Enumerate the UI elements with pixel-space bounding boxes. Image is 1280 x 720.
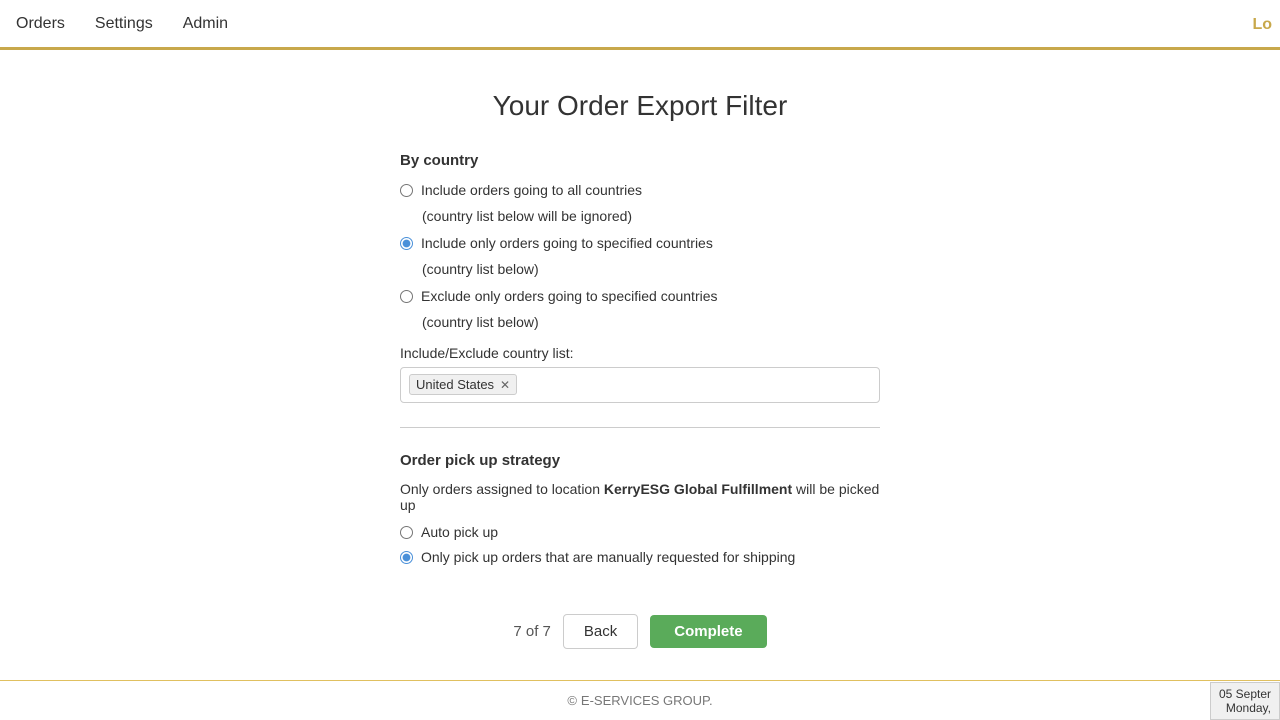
order-pickup-description: Only orders assigned to location KerryES… xyxy=(400,481,880,513)
country-tag-us: United States ✕ xyxy=(409,374,517,395)
date-widget: 05 Septer Monday, xyxy=(1210,682,1280,720)
country-tag-remove-us[interactable]: ✕ xyxy=(500,378,510,392)
radio-specified-include[interactable] xyxy=(400,237,413,250)
radio-group-manual-pickup: Only pick up orders that are manually re… xyxy=(400,548,880,568)
date-line1: 05 Septer xyxy=(1219,687,1271,701)
radio-group-auto-pickup: Auto pick up xyxy=(400,523,880,543)
radio-specified-exclude[interactable] xyxy=(400,290,413,303)
radio-all-countries-label[interactable]: Include orders going to all countries xyxy=(421,181,642,201)
order-pickup-section: Order pick up strategy Only orders assig… xyxy=(400,452,880,574)
order-pickup-title: Order pick up strategy xyxy=(400,452,880,469)
main-nav: Orders Settings Admin xyxy=(16,15,258,33)
bottom-nav: 7 of 7 Back Complete xyxy=(513,614,766,649)
footer-content: © E-SERVICES GROUP. xyxy=(567,693,712,708)
page-footer: © E-SERVICES GROUP. xyxy=(0,680,1280,720)
radio-group-specified-include: Include only orders going to specified c… xyxy=(400,234,880,254)
radio-auto-pickup[interactable] xyxy=(400,526,413,539)
location-name: KerryESG Global Fulfillment xyxy=(604,481,792,497)
radio-all-countries[interactable] xyxy=(400,184,413,197)
section-divider xyxy=(400,427,880,428)
page-title: Your Order Export Filter xyxy=(493,90,788,122)
main-header: Orders Settings Admin Lo xyxy=(0,0,1280,50)
radio-specified-include-label[interactable]: Include only orders going to specified c… xyxy=(421,234,713,254)
nav-orders[interactable]: Orders xyxy=(16,15,65,33)
date-line2: Monday, xyxy=(1219,701,1271,715)
nav-settings[interactable]: Settings xyxy=(95,15,153,33)
radio-manual-pickup[interactable] xyxy=(400,551,413,564)
country-tag-name: United States xyxy=(416,377,494,392)
copyright-icon: © xyxy=(567,693,577,708)
footer-text: E-SERVICES GROUP. xyxy=(581,693,713,708)
main-content: Your Order Export Filter By country Incl… xyxy=(0,50,1280,709)
radio-group-all-countries: Include orders going to all countries xyxy=(400,181,880,201)
complete-button[interactable]: Complete xyxy=(650,615,766,648)
nav-admin[interactable]: Admin xyxy=(183,15,228,33)
back-button[interactable]: Back xyxy=(563,614,638,649)
header-right-label: Lo xyxy=(1252,16,1272,34)
radio-specified-include-sub: (country list below) xyxy=(422,260,880,280)
radio-specified-exclude-label[interactable]: Exclude only orders going to specified c… xyxy=(421,287,718,307)
page-indicator: 7 of 7 xyxy=(513,623,551,640)
by-country-title: By country xyxy=(400,152,880,169)
radio-group-specified-exclude: Exclude only orders going to specified c… xyxy=(400,287,880,307)
by-country-section: By country Include orders going to all c… xyxy=(400,152,880,403)
radio-specified-exclude-sub: (country list below) xyxy=(422,313,880,333)
radio-all-countries-sub: (country list below will be ignored) xyxy=(422,207,880,227)
country-list-label: Include/Exclude country list: xyxy=(400,345,880,361)
radio-manual-pickup-label[interactable]: Only pick up orders that are manually re… xyxy=(421,548,795,568)
country-input-box[interactable]: United States ✕ xyxy=(400,367,880,403)
radio-auto-pickup-label[interactable]: Auto pick up xyxy=(421,523,498,543)
header-right: Lo xyxy=(1252,0,1280,50)
description-prefix: Only orders assigned to location xyxy=(400,481,604,497)
